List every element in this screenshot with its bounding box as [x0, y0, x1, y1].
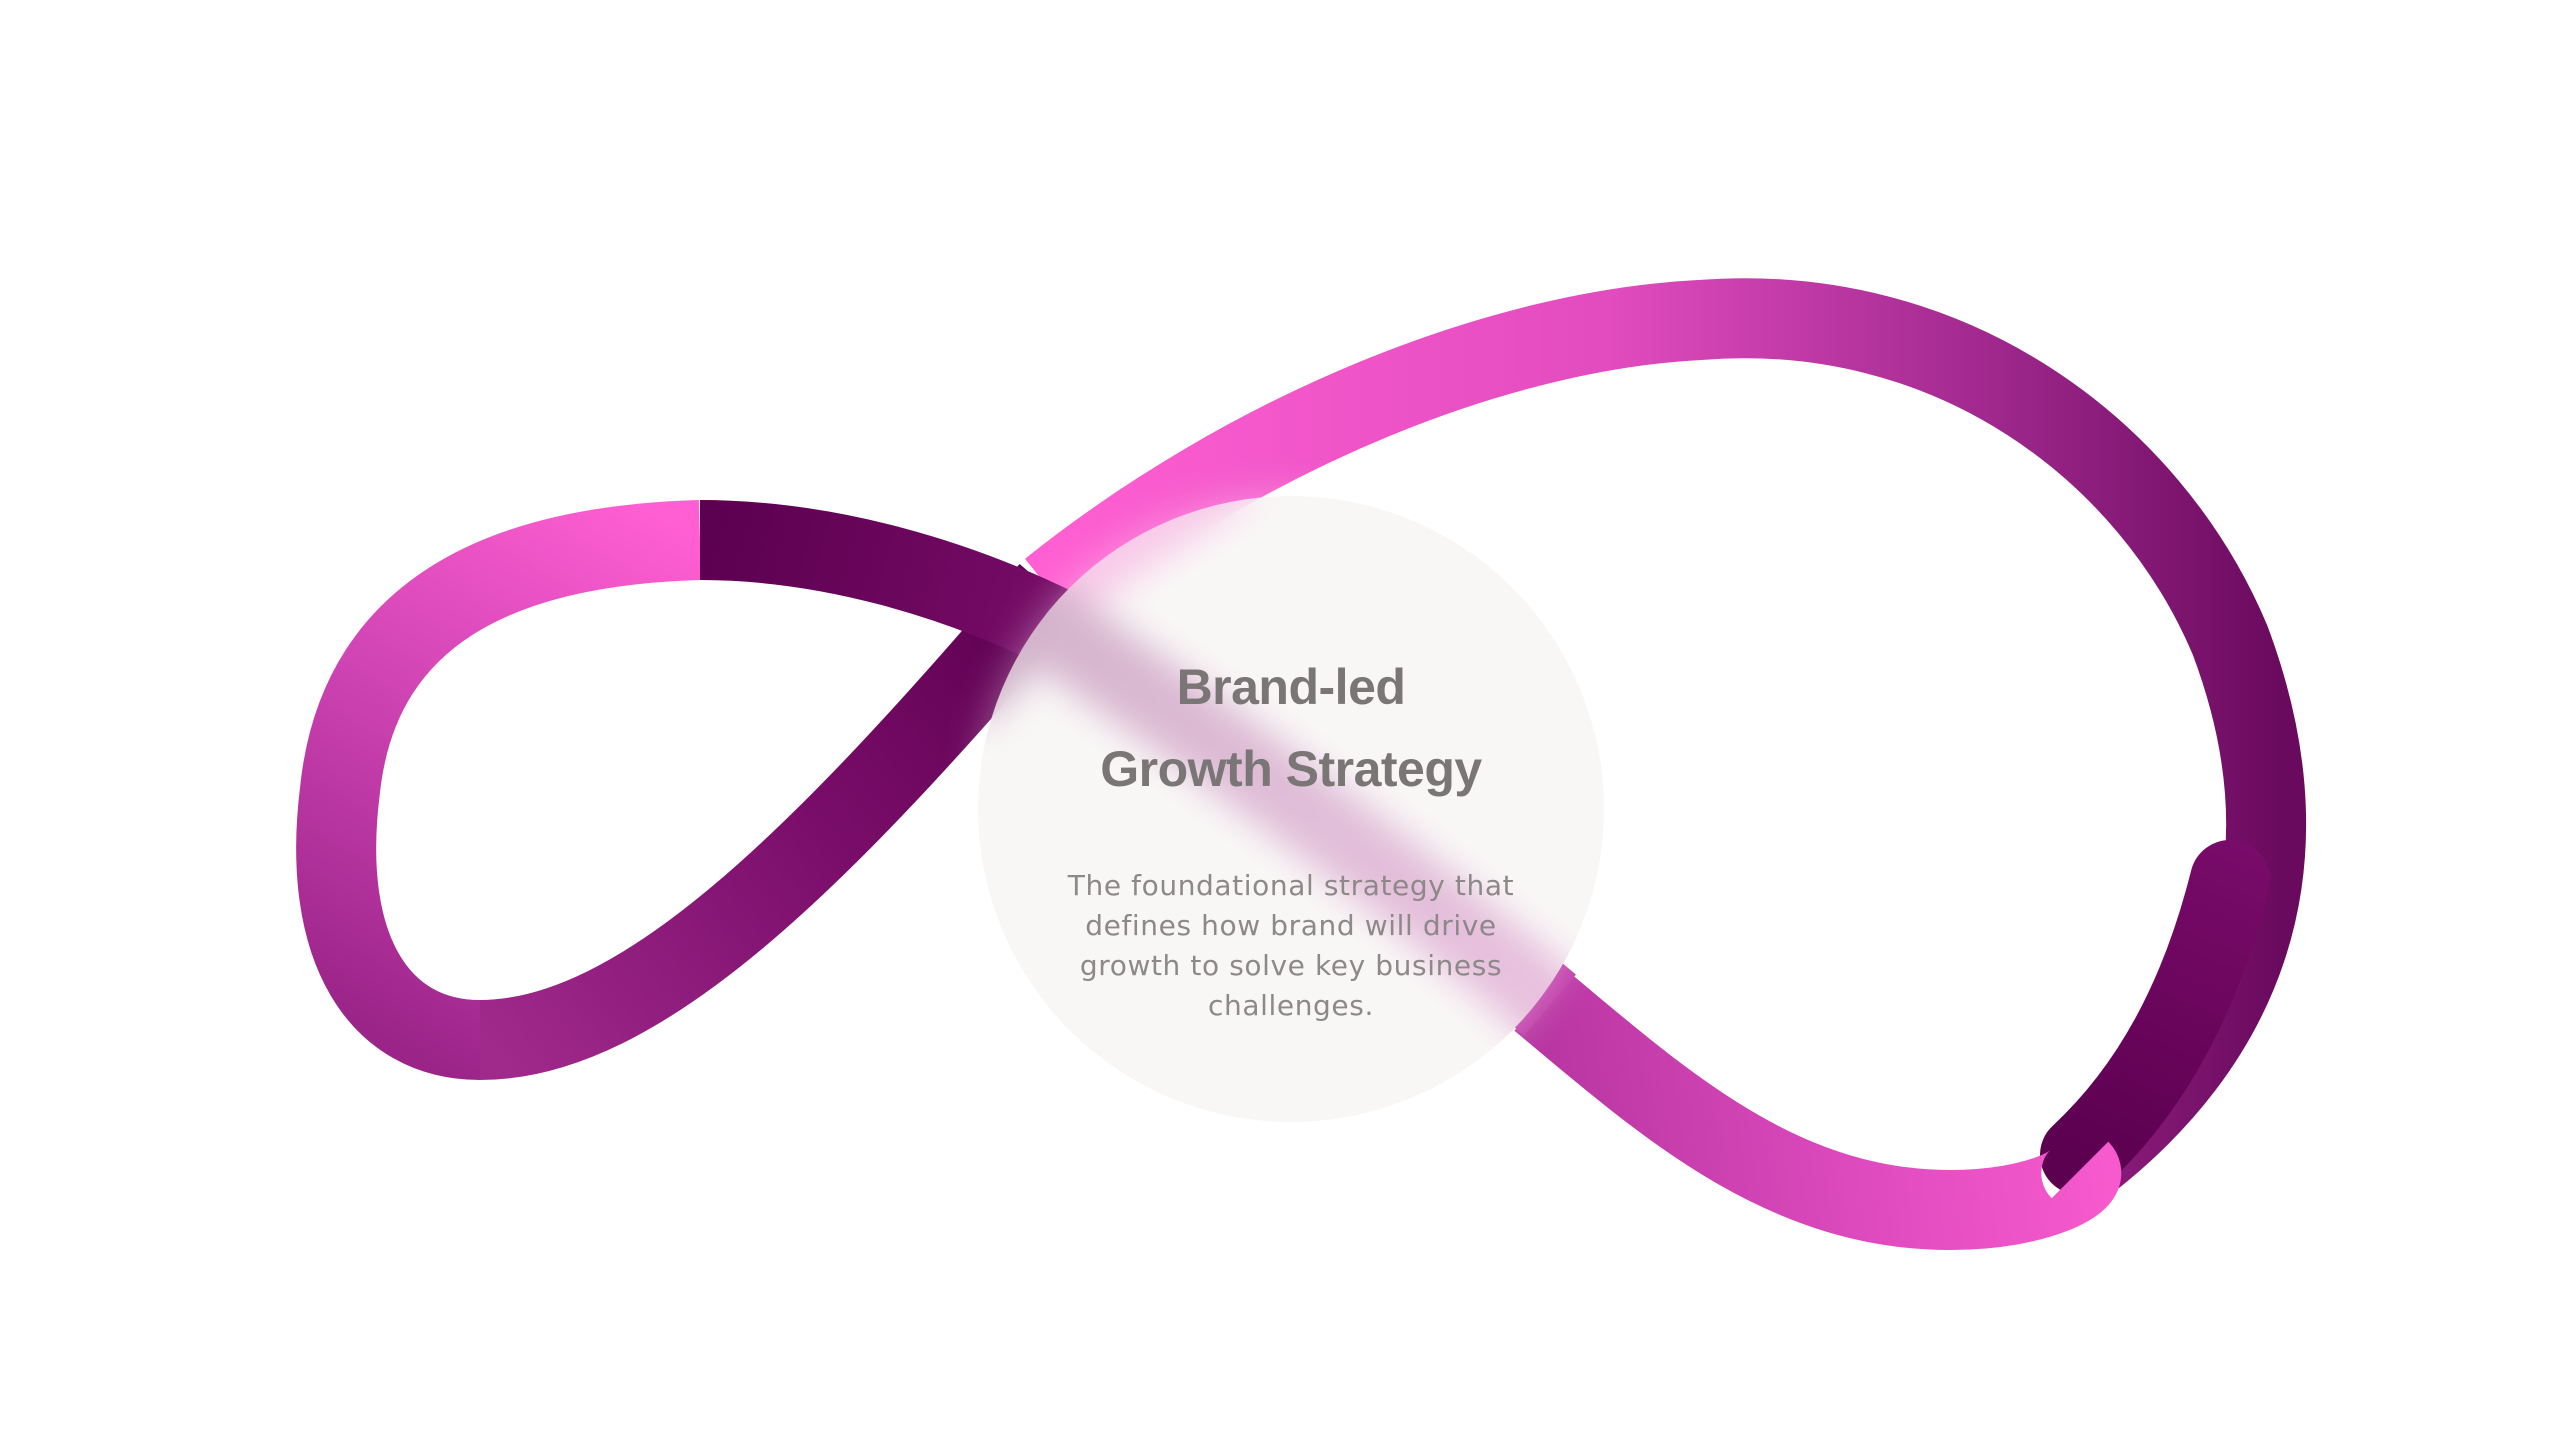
loop-segment-right-tail [2040, 840, 2270, 1195]
diagram-canvas: Brand-led Growth Strategy The foundation… [0, 0, 2560, 1440]
loop-segment-right-lower [1514, 969, 2122, 1251]
diagram-title-line-2: Growth Strategy [1100, 741, 1482, 797]
diagram-title-line-1: Brand-led [1176, 659, 1406, 715]
diagram-description: The foundational strategy that defines h… [1067, 869, 1515, 1022]
center-label: Brand-led Growth Strategy The foundation… [978, 496, 1604, 1122]
loop-segment-left-lower [478, 564, 1081, 1080]
